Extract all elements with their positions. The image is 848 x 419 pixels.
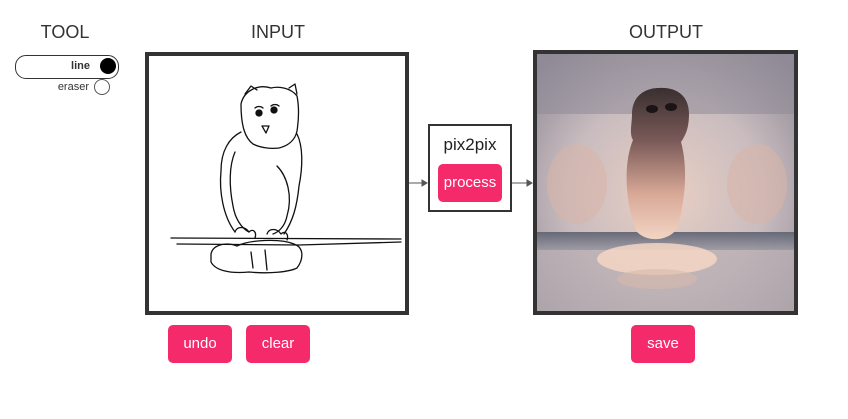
generated-owl-image [537,54,794,311]
input-drawing-canvas[interactable] [145,52,409,315]
undo-button[interactable]: undo [168,325,232,363]
line-radio-selected-icon[interactable] [100,58,116,74]
input-heading: INPUT [251,22,305,42]
output-heading: OUTPUT [629,22,703,42]
pix2pix-model-box: pix2pix process [428,124,512,212]
process-button[interactable]: process [438,164,502,202]
save-button[interactable]: save [631,325,695,363]
tool-line-label: line [71,60,90,72]
arrowhead-icon [526,179,533,187]
owl-sketch-drawing [170,83,402,274]
arrowhead-icon [421,179,428,187]
output-image [533,50,798,315]
clear-button[interactable]: clear [246,325,310,363]
model-name: pix2pix [443,135,497,154]
tool-option-line[interactable]: line [15,55,119,79]
tool-option-eraser[interactable]: eraser [15,78,117,100]
eraser-radio-icon[interactable] [94,79,110,95]
tool-heading: TOOL [40,22,90,42]
tool-eraser-label: eraser [57,81,89,93]
